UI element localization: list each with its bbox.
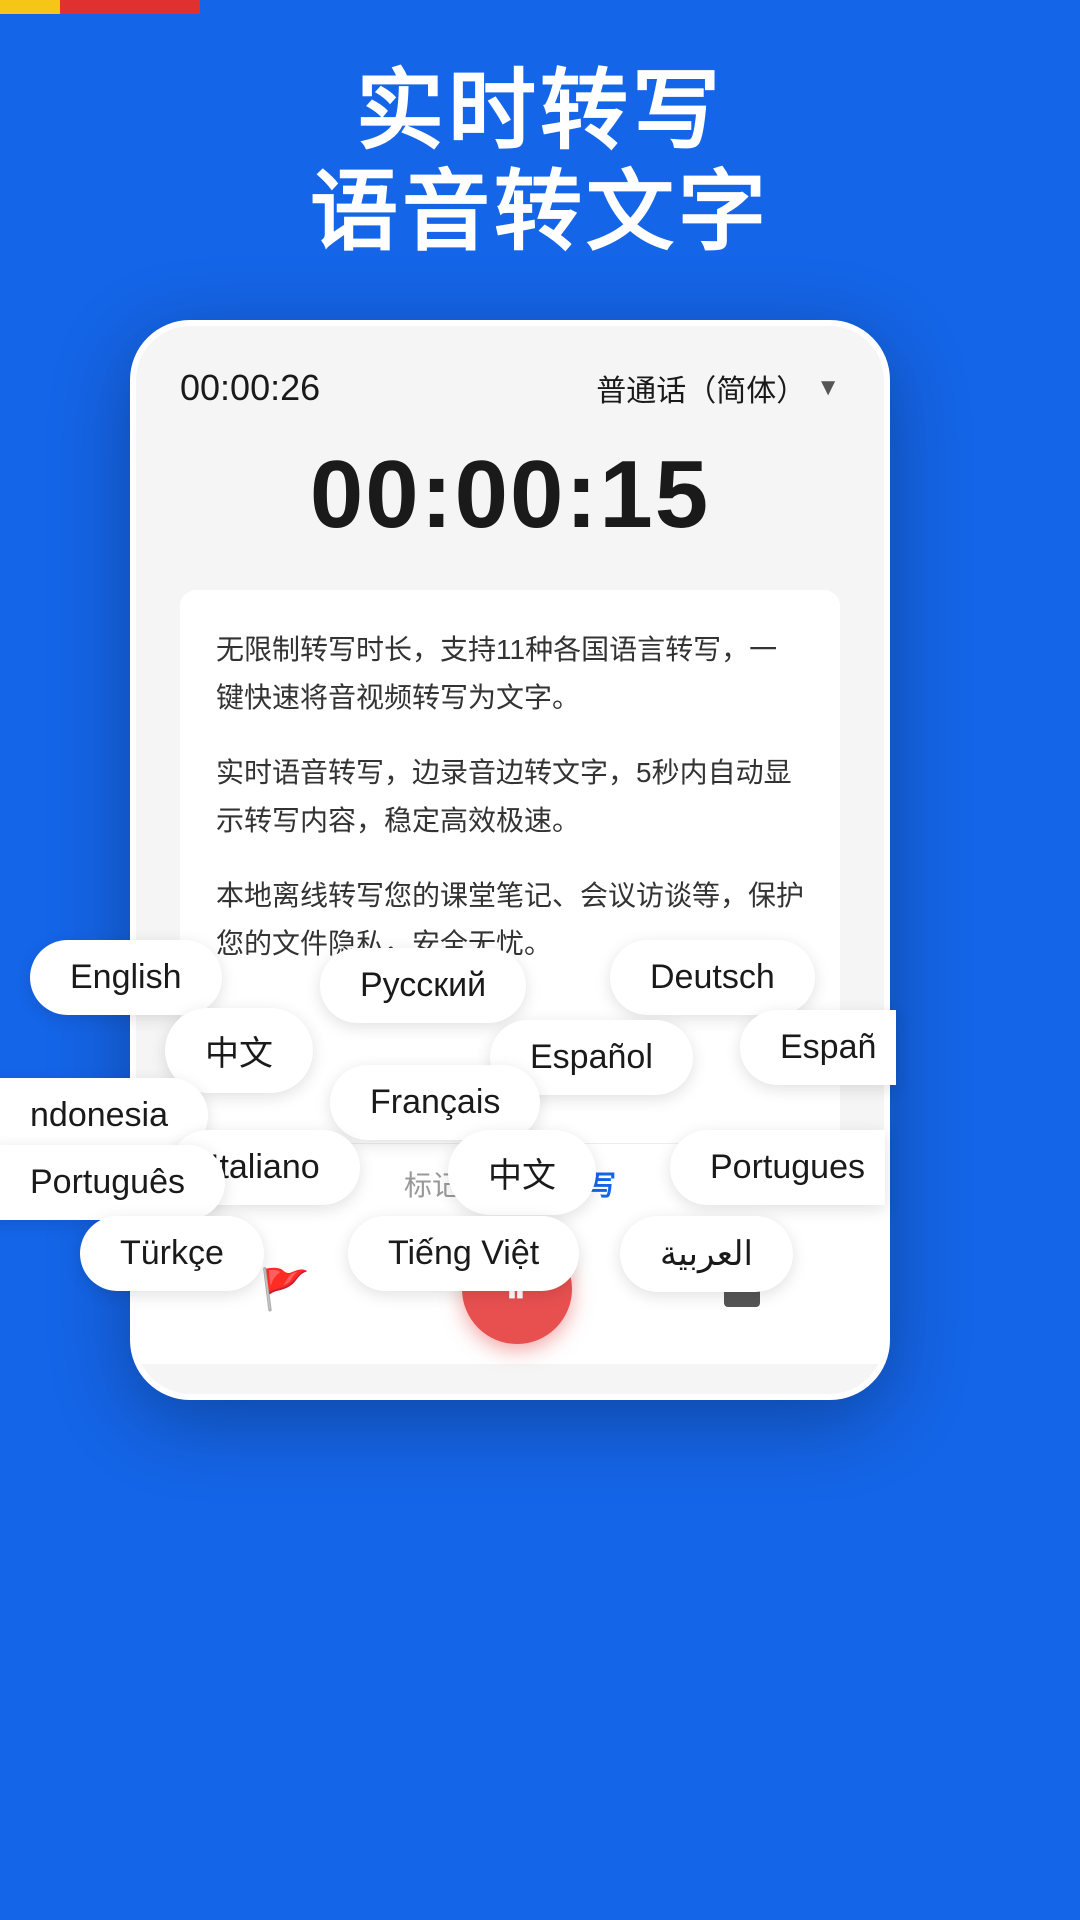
content-para2: 实时语音转写，边录音边转文字，5秒内自动显示转写内容，稳定高效极速。 xyxy=(216,749,804,844)
phone-inner: 00:00:26 普通话（简体） ▼ 00:00:15 无限制转写时长，支持11… xyxy=(136,326,884,1394)
progress-red xyxy=(60,0,200,14)
title-line1: 实时转写 xyxy=(0,60,1080,161)
flag-icon[interactable]: 🚩 xyxy=(260,1266,310,1313)
content-area: 无限制转写时长，支持11种各国语言转写，一键快速将音视频转写为文字。 实时语音转… xyxy=(180,590,840,1143)
pause-button[interactable]: ⏸ xyxy=(462,1234,572,1344)
controls-row: 🚩 ⏸ xyxy=(180,1224,840,1364)
tab-row: 标记 转写 xyxy=(180,1164,840,1204)
stop-button[interactable] xyxy=(724,1271,760,1307)
big-timer: 00:00:15 xyxy=(180,440,840,550)
main-title: 实时转写 语音转文字 xyxy=(0,60,1080,262)
tab-mark[interactable]: 标记 xyxy=(404,1164,460,1204)
content-para1: 无限制转写时长，支持11种各国语言转写，一键快速将音视频转写为文字。 xyxy=(216,626,804,721)
title-area: 实时转写 语音转文字 xyxy=(0,60,1080,262)
phone-bottom: 标记 转写 🚩 ⏸ xyxy=(136,1143,884,1364)
content-para3: 本地离线转写您的课堂笔记、会议访谈等，保护您的文件隐私，安全无忧。 xyxy=(216,872,804,967)
progress-blue xyxy=(200,0,1080,14)
language-selector[interactable]: 普通话（简体） ▼ xyxy=(596,366,840,410)
progress-yellow xyxy=(0,0,60,14)
title-line2: 语音转文字 xyxy=(0,161,1080,262)
dropdown-arrow-icon: ▼ xyxy=(816,374,840,402)
phone-mockup: 00:00:26 普通话（简体） ▼ 00:00:15 无限制转写时长，支持11… xyxy=(130,320,890,1400)
language-label: 普通话（简体） xyxy=(596,366,806,410)
pause-icon: ⏸ xyxy=(505,1264,533,1314)
phone-header: 00:00:26 普通话（简体） ▼ xyxy=(180,366,840,410)
progress-bar xyxy=(0,0,1080,14)
tab-transcribe[interactable]: 转写 xyxy=(560,1164,616,1204)
small-timer: 00:00:26 xyxy=(180,367,320,409)
